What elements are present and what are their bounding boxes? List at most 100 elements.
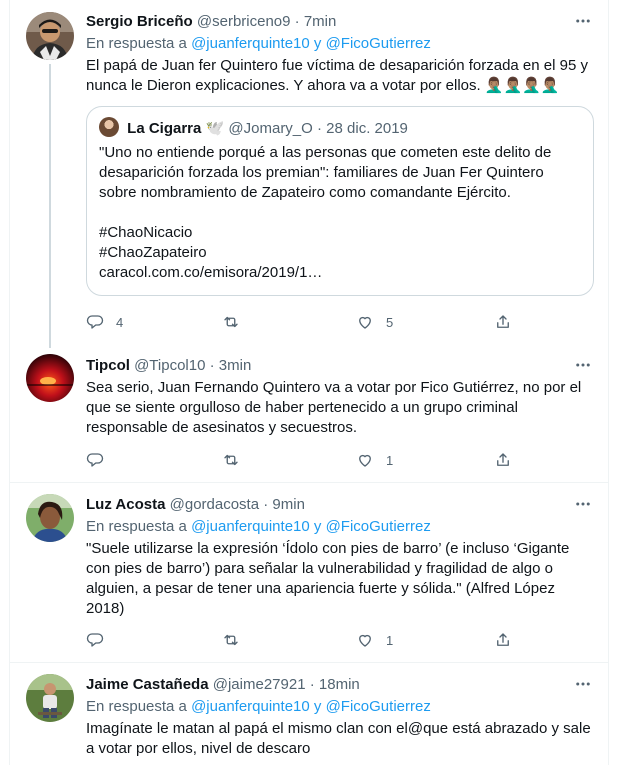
tweet-text: Imagínate le matan al papá el mismo clan…	[86, 719, 594, 759]
reply-context: En respuesta a @juanferquinte10 y @FicoG…	[86, 517, 594, 537]
separator-dot: ·	[209, 357, 215, 374]
reply-icon	[86, 633, 104, 647]
hashtag[interactable]: #ChaoNicacio	[99, 223, 581, 243]
separator-dot: ·	[294, 13, 300, 30]
tweet-text-line: alguien, a pesar de tener una apariencia…	[86, 580, 555, 597]
more-icon[interactable]	[572, 356, 594, 376]
like-button[interactable]: 1	[356, 630, 393, 650]
share-icon	[497, 633, 509, 646]
heart-icon	[359, 454, 371, 467]
timestamp[interactable]: 3min	[219, 357, 252, 374]
tweet-text-line: 2018)	[86, 600, 125, 617]
reply-context: En respuesta a @juanferquinte10 y @FicoG…	[86, 697, 594, 717]
quote-text: "Uno no entiende porqué a las personas q…	[99, 143, 581, 283]
quote-date[interactable]: 28 dic. 2019	[326, 120, 408, 137]
reply-context: En respuesta a @juanferquinte10 y @FicoG…	[86, 34, 594, 54]
hashtag[interactable]: #ChaoZapateiro	[99, 243, 581, 263]
quote-text-line: desaparición forzada los premian": famil…	[99, 164, 544, 181]
tweet-text-line: El papá de Juan fer Quintero fue víctima…	[86, 57, 588, 74]
mention-link[interactable]: @juanferquinte10	[191, 35, 310, 52]
avatar[interactable]	[26, 12, 74, 60]
retweet-button[interactable]	[222, 450, 252, 470]
action-bar: 4 5	[86, 312, 526, 332]
retweet-icon	[224, 634, 238, 646]
tweet-text-line: "Suele utilizarse la expresión ‘Ídolo co…	[86, 540, 570, 557]
author-name[interactable]: Luz Acosta	[86, 496, 165, 513]
quote-author-name[interactable]: La Cigarra	[127, 120, 201, 137]
mention-link[interactable]: @FicoGutierrez	[326, 518, 431, 535]
mention-link[interactable]: @FicoGutierrez	[326, 35, 431, 52]
more-icon[interactable]	[572, 495, 594, 515]
author-handle[interactable]: @Tipcol10	[134, 357, 205, 374]
tweet-sergio[interactable]: Sergio Briceño @serbriceno9 · 7min En re…	[10, 0, 608, 348]
heart-icon	[359, 316, 371, 329]
mention-link[interactable]: @juanferquinte10	[191, 518, 310, 535]
quote-text-line: sobre nombramiento de Zapateiro como com…	[99, 184, 511, 201]
tweet-text: "Suele utilizarse la expresión ‘Ídolo co…	[86, 539, 594, 619]
author-name[interactable]: Jaime Castañeda	[86, 676, 209, 693]
thread-line	[49, 64, 51, 348]
author-handle[interactable]: @jaime27921	[213, 676, 306, 693]
retweet-button[interactable]	[222, 312, 252, 332]
like-button[interactable]: 1	[356, 450, 393, 470]
dove-icon: 🕊️	[205, 120, 225, 137]
timeline: Sergio Briceño @serbriceno9 · 7min En re…	[9, 0, 609, 765]
tweet-luz[interactable]: Luz Acosta @gordacosta · 9min En respues…	[10, 483, 608, 662]
separator-dot: ·	[317, 120, 322, 137]
like-count: 1	[386, 632, 394, 648]
tweet-jaime[interactable]: Jaime Castañeda @jaime27921 · 18min En r…	[10, 663, 608, 765]
avatar[interactable]	[26, 494, 74, 542]
more-icon[interactable]	[572, 12, 594, 32]
tweet-text-line: que se siente orgulloso de haber pertene…	[86, 399, 518, 416]
author-name[interactable]: Sergio Briceño	[86, 13, 193, 30]
share-button[interactable]	[494, 450, 512, 470]
reply-conjunction: y	[313, 518, 322, 535]
separator-dot: ·	[309, 676, 315, 693]
action-bar: 1	[86, 450, 526, 470]
heart-icon	[359, 634, 371, 647]
quoted-tweet[interactable]: La Cigarra 🕊️ @Jomary_O · 28 dic. 2019 "…	[86, 106, 594, 296]
reply-button[interactable]	[86, 450, 116, 470]
share-button[interactable]	[494, 312, 512, 332]
reply-prefix: En respuesta a	[86, 35, 187, 52]
avatar[interactable]	[26, 674, 74, 722]
share-icon	[497, 315, 509, 328]
quote-link[interactable]: caracol.com.co/emisora/2019/1…	[99, 263, 581, 283]
timestamp[interactable]: 7min	[304, 13, 337, 30]
tweet-tipcol[interactable]: Tipcol @Tipcol10 · 3min Sea serio, Juan …	[10, 348, 608, 482]
retweet-icon	[224, 454, 238, 466]
author-handle[interactable]: @serbriceno9	[197, 13, 291, 30]
author-handle[interactable]: @gordacosta	[170, 496, 259, 513]
tweet-text-line: responsable de asesinatos y secuestros.	[86, 419, 357, 436]
tweet-text-line: a votar por ellos, nivel de descaro	[86, 740, 311, 757]
retweet-button[interactable]	[222, 630, 252, 650]
reply-prefix: En respuesta a	[86, 698, 187, 715]
share-icon	[497, 453, 509, 466]
reply-conjunction: y	[313, 35, 322, 52]
retweet-icon	[224, 316, 238, 328]
more-icon[interactable]	[572, 675, 594, 695]
reply-conjunction: y	[313, 698, 322, 715]
mention-link[interactable]: @FicoGutierrez	[326, 698, 431, 715]
reply-button[interactable]	[86, 630, 116, 650]
quote-author-handle[interactable]: @Jomary_O	[228, 120, 312, 137]
share-button[interactable]	[494, 630, 512, 650]
quote-text-line: "Uno no entiende porqué a las personas q…	[99, 144, 552, 161]
separator-dot: ·	[263, 496, 269, 513]
tweet-text-line: Sea serio, Juan Fernando Quintero va a v…	[86, 379, 582, 396]
reply-icon	[86, 453, 104, 467]
tweet-text-line: Imagínate le matan al papá el mismo clan…	[86, 720, 591, 737]
like-count: 1	[386, 452, 394, 468]
reply-prefix: En respuesta a	[86, 518, 187, 535]
avatar[interactable]	[26, 354, 74, 402]
timestamp[interactable]: 9min	[272, 496, 305, 513]
like-count: 5	[386, 314, 394, 330]
like-button[interactable]: 5	[356, 312, 393, 332]
reply-button[interactable]: 4	[86, 312, 123, 332]
mention-link[interactable]: @juanferquinte10	[191, 698, 310, 715]
tweet-text-line: nunca le Dieron explicaciones. Y ahora v…	[86, 77, 560, 94]
author-name[interactable]: Tipcol	[86, 357, 130, 374]
action-bar: 1	[86, 630, 526, 650]
quote-avatar[interactable]	[99, 117, 119, 137]
timestamp[interactable]: 18min	[319, 676, 360, 693]
